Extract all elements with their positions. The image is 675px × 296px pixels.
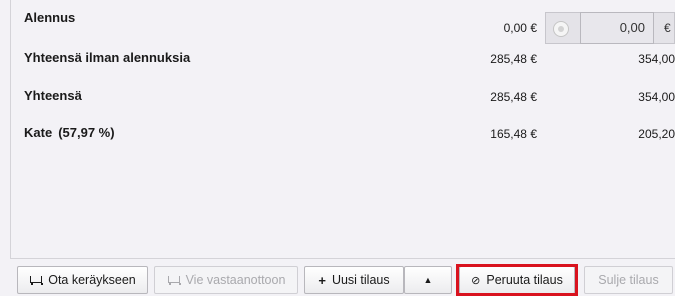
subtotal-label: Yhteensä ilman alennuksia <box>24 50 191 65</box>
subtotal-value: 285,48 € <box>490 52 537 66</box>
new-order-button-label: Uusi tilaus <box>331 273 390 287</box>
new-order-button[interactable]: + Uusi tilaus <box>304 266 404 294</box>
caret-up-icon: ▲ <box>423 275 433 285</box>
footer-divider <box>10 258 675 259</box>
receive-button[interactable]: Vie vastaanottoon <box>154 266 298 294</box>
cart-icon <box>167 275 181 285</box>
margin-value: 165,48 € <box>490 127 537 141</box>
discount-input[interactable]: 0,00 <box>580 12 654 44</box>
pick-button-label: Ota keräykseen <box>48 273 136 287</box>
new-order-dropdown-button[interactable]: ▲ <box>404 266 452 294</box>
discount-unit: € <box>664 21 671 35</box>
close-order-button[interactable]: Sulje tilaus <box>584 266 673 294</box>
discount-label: Alennus <box>24 10 76 25</box>
margin-label-text: Kate <box>24 125 53 140</box>
cancel-order-highlight <box>456 264 578 296</box>
plus-icon: + <box>318 272 326 288</box>
total-value: 285,48 € <box>490 90 537 104</box>
receive-button-label: Vie vastaanottoon <box>185 273 286 287</box>
margin-value-2: 205,20 <box>638 127 675 141</box>
margin-percent: (57,97 %) <box>58 125 115 140</box>
discount-radio[interactable] <box>553 21 569 37</box>
total-value-2: 354,00 <box>638 90 675 104</box>
subtotal-value-2: 354,00 <box>638 52 675 66</box>
total-label: Yhteensä <box>24 88 82 103</box>
discount-value: 0,00 € <box>503 21 537 35</box>
pick-button[interactable]: Ota keräykseen <box>17 266 148 294</box>
margin-label: Kate (57,97 %) <box>24 125 115 140</box>
close-order-button-label: Sulje tilaus <box>598 273 659 287</box>
cart-icon <box>29 275 44 285</box>
